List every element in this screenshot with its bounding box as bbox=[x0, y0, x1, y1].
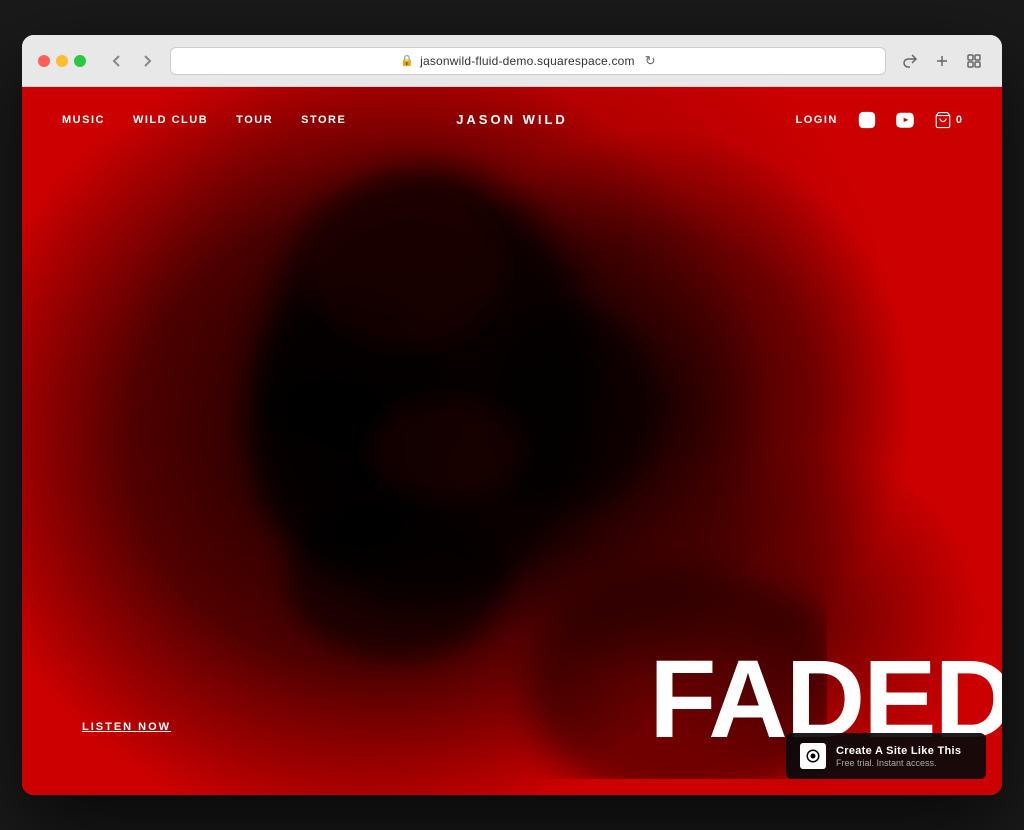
listen-now-button[interactable]: LISTEN NOW bbox=[82, 721, 171, 733]
nav-item-tour[interactable]: TOUR bbox=[236, 114, 273, 126]
site-title[interactable]: JASON WILD bbox=[456, 112, 568, 127]
nav-item-music[interactable]: MUSIC bbox=[62, 114, 105, 126]
browser-controls bbox=[106, 50, 158, 72]
nav-item-wild-club[interactable]: WILD CLUB bbox=[133, 114, 208, 126]
squarespace-badge-text: Create A Site Like This Free trial. Inst… bbox=[836, 745, 961, 768]
lock-icon: 🔒 bbox=[400, 54, 414, 67]
back-button[interactable] bbox=[106, 50, 128, 72]
url-text: jasonwild-fluid-demo.squarespace.com bbox=[420, 54, 635, 68]
nav-item-store[interactable]: STORE bbox=[301, 114, 346, 126]
new-tab-button[interactable] bbox=[930, 51, 954, 71]
login-button[interactable]: LOGIN bbox=[796, 114, 838, 126]
traffic-lights bbox=[38, 55, 86, 67]
youtube-icon[interactable] bbox=[896, 111, 914, 129]
website-content: MUSIC WILD CLUB TOUR STORE JASON WILD LO… bbox=[22, 87, 1002, 795]
navigation: MUSIC WILD CLUB TOUR STORE JASON WILD LO… bbox=[22, 87, 1002, 152]
badge-sub-text: Free trial. Instant access. bbox=[836, 758, 961, 768]
instagram-icon[interactable] bbox=[858, 111, 876, 129]
cart-icon[interactable]: 0 bbox=[934, 111, 962, 129]
nav-right: LOGIN 0 bbox=[796, 111, 962, 129]
badge-main-text: Create A Site Like This bbox=[836, 745, 961, 757]
nav-center: JASON WILD bbox=[456, 111, 568, 129]
maximize-button[interactable] bbox=[74, 55, 86, 67]
cart-count: 0 bbox=[956, 114, 962, 126]
squarespace-badge[interactable]: Create A Site Like This Free trial. Inst… bbox=[786, 733, 986, 779]
browser-window: 🔒 jasonwild-fluid-demo.squarespace.com ↻ bbox=[22, 35, 1002, 795]
squarespace-logo bbox=[800, 743, 826, 769]
browser-actions bbox=[898, 51, 986, 71]
close-button[interactable] bbox=[38, 55, 50, 67]
hero-cta: LISTEN NOW bbox=[82, 717, 171, 735]
minimize-button[interactable] bbox=[56, 55, 68, 67]
nav-left: MUSIC WILD CLUB TOUR STORE bbox=[62, 114, 346, 126]
refresh-icon[interactable]: ↻ bbox=[645, 53, 656, 69]
forward-button[interactable] bbox=[136, 50, 158, 72]
windows-button[interactable] bbox=[962, 51, 986, 71]
address-bar[interactable]: 🔒 jasonwild-fluid-demo.squarespace.com ↻ bbox=[170, 47, 886, 75]
share-button[interactable] bbox=[898, 51, 922, 71]
browser-chrome: 🔒 jasonwild-fluid-demo.squarespace.com ↻ bbox=[22, 35, 1002, 87]
